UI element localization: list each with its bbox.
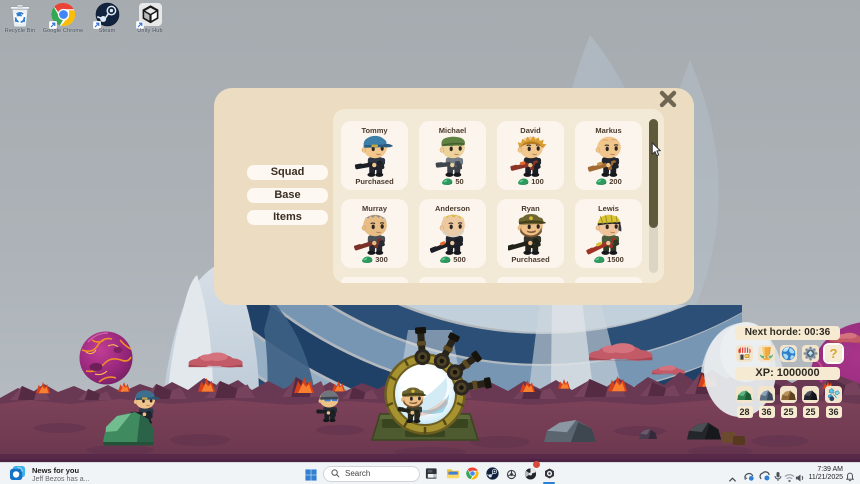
svg-text:?: ? (829, 346, 837, 361)
